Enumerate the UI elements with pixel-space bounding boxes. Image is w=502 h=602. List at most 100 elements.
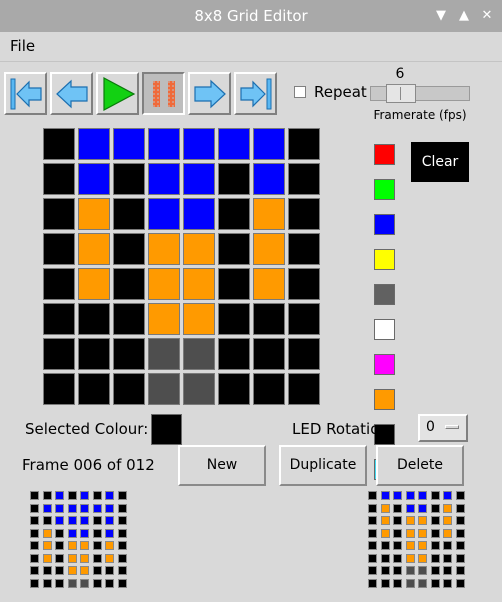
frame-counter: Frame 006 of 012 [22, 456, 155, 474]
duplicate-frame-button[interactable]: Duplicate [279, 445, 367, 486]
led-cell[interactable] [288, 163, 320, 195]
led-cell[interactable] [78, 233, 110, 265]
led-cell[interactable] [148, 128, 180, 160]
led-cell[interactable] [183, 373, 215, 405]
palette-swatch[interactable] [374, 144, 395, 165]
preview-cell [80, 566, 89, 575]
led-cell[interactable] [43, 233, 75, 265]
led-cell[interactable] [43, 268, 75, 300]
maximize-button[interactable]: ▲ [455, 7, 473, 25]
led-cell[interactable] [288, 233, 320, 265]
led-cell[interactable] [183, 233, 215, 265]
menu-file[interactable]: File [10, 37, 35, 55]
led-cell[interactable] [43, 163, 75, 195]
led-cell[interactable] [183, 198, 215, 230]
led-cell[interactable] [78, 303, 110, 335]
led-cell[interactable] [113, 338, 145, 370]
led-cell[interactable] [78, 198, 110, 230]
palette-swatch[interactable] [374, 354, 395, 375]
led-cell[interactable] [43, 303, 75, 335]
led-cell[interactable] [218, 233, 250, 265]
led-cell[interactable] [253, 373, 285, 405]
led-cell[interactable] [78, 163, 110, 195]
framerate-slider-handle[interactable] [386, 84, 417, 103]
led-cell[interactable] [113, 198, 145, 230]
led-cell[interactable] [218, 198, 250, 230]
led-cell[interactable] [148, 373, 180, 405]
led-cell[interactable] [148, 163, 180, 195]
repeat-checkbox[interactable] [294, 86, 306, 98]
led-cell[interactable] [43, 198, 75, 230]
led-cell[interactable] [253, 163, 285, 195]
led-cell[interactable] [218, 373, 250, 405]
led-cell[interactable] [183, 338, 215, 370]
led-cell[interactable] [113, 233, 145, 265]
led-cell[interactable] [288, 268, 320, 300]
led-cell[interactable] [113, 128, 145, 160]
framerate-slider[interactable] [370, 86, 470, 101]
led-cell[interactable] [113, 373, 145, 405]
led-cell[interactable] [78, 338, 110, 370]
led-cell[interactable] [288, 373, 320, 405]
led-cell[interactable] [43, 373, 75, 405]
preview-cell [368, 578, 377, 588]
last-frame-button[interactable] [234, 72, 277, 115]
led-cell[interactable] [148, 338, 180, 370]
preview-cell [368, 503, 377, 513]
pause-button[interactable] [142, 72, 185, 115]
led-cell[interactable] [43, 128, 75, 160]
led-cell[interactable] [218, 128, 250, 160]
window-menu-button[interactable]: ▼ [432, 7, 450, 25]
palette-swatch[interactable] [374, 179, 395, 200]
led-cell[interactable] [113, 268, 145, 300]
new-frame-button[interactable]: New [178, 445, 266, 486]
clear-button[interactable]: Clear [411, 142, 469, 182]
led-cell[interactable] [288, 198, 320, 230]
led-cell[interactable] [183, 303, 215, 335]
preview-cell [418, 541, 427, 550]
led-cell[interactable] [253, 338, 285, 370]
previous-frame-button[interactable] [50, 72, 93, 115]
led-cell[interactable] [218, 303, 250, 335]
led-cell[interactable] [148, 233, 180, 265]
palette-swatch[interactable] [374, 214, 395, 235]
led-cell[interactable] [148, 303, 180, 335]
led-cell[interactable] [253, 128, 285, 160]
led-cell[interactable] [288, 128, 320, 160]
led-cell[interactable] [218, 338, 250, 370]
palette-swatch[interactable] [374, 389, 395, 410]
led-cell[interactable] [253, 198, 285, 230]
led-cell[interactable] [113, 303, 145, 335]
led-cell[interactable] [113, 163, 145, 195]
led-cell[interactable] [253, 233, 285, 265]
led-cell[interactable] [288, 303, 320, 335]
led-cell[interactable] [253, 303, 285, 335]
led-cell[interactable] [253, 268, 285, 300]
first-frame-button[interactable] [4, 72, 47, 115]
led-cell[interactable] [288, 338, 320, 370]
led-cell[interactable] [78, 373, 110, 405]
led-cell[interactable] [218, 163, 250, 195]
preview-cell [455, 566, 465, 575]
next-frame-preview[interactable] [368, 491, 468, 591]
led-cell[interactable] [78, 268, 110, 300]
next-frame-button[interactable] [188, 72, 231, 115]
play-button[interactable] [96, 72, 139, 115]
led-cell[interactable] [148, 198, 180, 230]
palette-swatch[interactable] [374, 319, 395, 340]
led-rotation-select[interactable]: 0 [418, 414, 468, 442]
palette-swatch[interactable] [374, 249, 395, 270]
led-cell[interactable] [183, 163, 215, 195]
led-cell[interactable] [218, 268, 250, 300]
close-button[interactable]: ✕ [478, 7, 496, 25]
led-cell[interactable] [148, 268, 180, 300]
previous-frame-preview[interactable] [30, 491, 130, 591]
preview-cell [80, 541, 89, 550]
led-cell[interactable] [183, 268, 215, 300]
led-cell[interactable] [43, 338, 75, 370]
delete-frame-button[interactable]: Delete [376, 445, 464, 486]
preview-cell [92, 491, 102, 500]
led-cell[interactable] [183, 128, 215, 160]
led-cell[interactable] [78, 128, 110, 160]
palette-swatch[interactable] [374, 284, 395, 305]
